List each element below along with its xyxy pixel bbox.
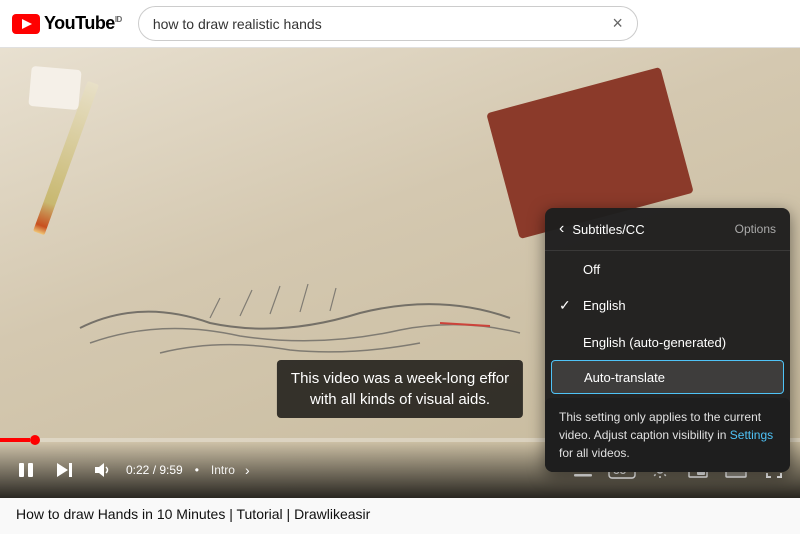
youtube-logo[interactable]: YouTubeID [12, 13, 122, 34]
hand-sketch-svg [60, 268, 540, 368]
youtube-wordmark: YouTubeID [44, 13, 122, 34]
subtitle-line1: This video was a week-long effor [291, 368, 509, 389]
panel-options-button[interactable]: Options [735, 222, 776, 236]
eraser-decoration [28, 66, 81, 110]
search-bar: how to draw realistic hands × [138, 6, 638, 41]
pause-icon [16, 460, 36, 480]
chapter-label: Intro [211, 463, 235, 477]
time-display: 0:22 / 9:59 [126, 463, 183, 477]
volume-icon [92, 460, 112, 480]
subtitle-overlay: This video was a week-long effor with al… [277, 360, 523, 418]
caption-option-english[interactable]: ✓ English [545, 287, 790, 324]
search-text: how to draw realistic hands [153, 16, 612, 32]
caption-english-label: English [583, 298, 626, 313]
caption-english-auto-label: English (auto-generated) [583, 335, 726, 350]
caption-off-label: Off [583, 262, 600, 277]
panel-title: Subtitles/CC [572, 222, 726, 237]
video-title: How to draw Hands in 10 Minutes | Tutori… [0, 498, 800, 522]
check-off [559, 261, 575, 277]
chapter-arrow: › [245, 462, 250, 478]
volume-button[interactable] [88, 456, 116, 484]
bullet-separator: • [193, 463, 201, 477]
caption-option-off[interactable]: Off [545, 251, 790, 287]
captions-panel: ‹ Subtitles/CC Options Off ✓ English Eng… [545, 208, 790, 472]
panel-header: ‹ Subtitles/CC Options [545, 208, 790, 251]
header: YouTubeID how to draw realistic hands × [0, 0, 800, 48]
caption-auto-translate-label: Auto-translate [584, 370, 665, 385]
skip-icon [54, 460, 74, 480]
caption-settings-link[interactable]: Settings [730, 428, 773, 442]
next-button[interactable] [50, 456, 78, 484]
check-translate [560, 369, 576, 385]
search-close-button[interactable]: × [612, 13, 623, 34]
caption-option-english-auto[interactable]: English (auto-generated) [545, 324, 790, 360]
check-english: ✓ [559, 297, 575, 314]
youtube-icon [12, 14, 40, 34]
caption-option-auto-translate[interactable]: Auto-translate [551, 360, 784, 394]
video-player[interactable]: This video was a week-long effor with al… [0, 48, 800, 498]
subtitle-line2: with all kinds of visual aids. [291, 389, 509, 410]
check-auto [559, 334, 575, 350]
play-pause-button[interactable] [12, 456, 40, 484]
panel-back-button[interactable]: ‹ [559, 220, 564, 238]
caption-tooltip: This setting only applies to the current… [545, 398, 790, 472]
